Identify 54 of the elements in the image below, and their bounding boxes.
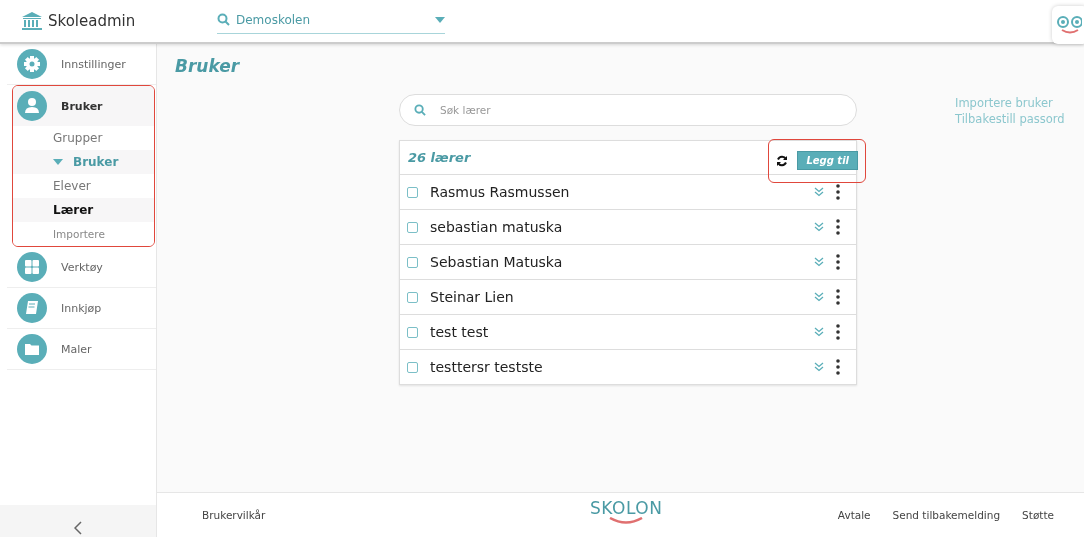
more-icon[interactable] bbox=[836, 324, 840, 340]
search-field[interactable]: Søk lærer bbox=[399, 94, 857, 126]
face-icon bbox=[1056, 14, 1082, 36]
expand-icon[interactable] bbox=[814, 292, 824, 302]
teacher-name: Sebastian Matuska bbox=[430, 254, 564, 270]
footer-link[interactable]: Avtale bbox=[837, 509, 871, 521]
more-icon[interactable] bbox=[836, 219, 840, 235]
skolon-logo: SKOLON bbox=[590, 499, 663, 525]
bank-icon bbox=[22, 12, 42, 30]
checkbox[interactable] bbox=[407, 291, 418, 303]
teacher-name: Rasmus Rasmussen bbox=[430, 184, 571, 200]
checkbox[interactable] bbox=[407, 186, 418, 198]
mascot-button[interactable] bbox=[1052, 6, 1084, 44]
checkbox[interactable] bbox=[407, 256, 418, 268]
footer-link[interactable]: Brukervilkår bbox=[202, 509, 266, 521]
page-title: Bruker bbox=[175, 56, 240, 76]
teacher-name: testtersr testste bbox=[430, 359, 544, 375]
grid-icon bbox=[17, 252, 47, 282]
sidebar-item[interactable]: Innstillinger bbox=[7, 44, 156, 84]
person-icon bbox=[17, 91, 47, 121]
checkbox[interactable] bbox=[407, 326, 418, 338]
gear-icon bbox=[17, 49, 47, 79]
book-icon bbox=[17, 293, 47, 323]
expand-icon[interactable] bbox=[814, 187, 824, 197]
sidebar-item[interactable]: Innkjøp bbox=[7, 288, 156, 328]
refresh-icon[interactable] bbox=[776, 154, 789, 167]
folder-icon bbox=[17, 334, 47, 364]
footer-link[interactable]: Send tilbakemelding bbox=[892, 509, 1001, 521]
teacher-name: test test bbox=[430, 324, 490, 340]
checkbox[interactable] bbox=[407, 221, 418, 233]
sidebar-item[interactable]: Verktøy bbox=[7, 247, 156, 287]
list-count: 26 lærer bbox=[408, 150, 471, 165]
sidebar-item[interactable]: Bruker bbox=[13, 86, 154, 126]
expand-icon[interactable] bbox=[814, 327, 824, 337]
expand-icon[interactable] bbox=[814, 362, 824, 372]
caret-icon bbox=[53, 159, 63, 165]
more-icon[interactable] bbox=[836, 254, 840, 270]
teacher-name: Steinar Lien bbox=[430, 289, 515, 305]
more-icon[interactable] bbox=[836, 359, 840, 375]
expand-icon[interactable] bbox=[814, 222, 824, 232]
chevron-left-icon bbox=[74, 521, 82, 535]
footer-link[interactable]: Støtte bbox=[1022, 509, 1054, 521]
sidebar-item[interactable]: Maler bbox=[7, 329, 156, 369]
more-icon[interactable] bbox=[836, 289, 840, 305]
teacher-name: sebastian matuska bbox=[430, 219, 564, 235]
school-picker[interactable]: Demoskolen bbox=[217, 8, 445, 34]
more-icon[interactable] bbox=[836, 184, 840, 200]
expand-icon[interactable] bbox=[814, 257, 824, 267]
search-icon bbox=[217, 13, 230, 26]
checkbox[interactable] bbox=[407, 361, 418, 373]
caret-icon bbox=[435, 16, 445, 23]
sidebar-subitem[interactable]: Lærer bbox=[13, 198, 154, 222]
app-title: Skoleadmin bbox=[48, 12, 136, 30]
search-icon bbox=[414, 104, 426, 116]
